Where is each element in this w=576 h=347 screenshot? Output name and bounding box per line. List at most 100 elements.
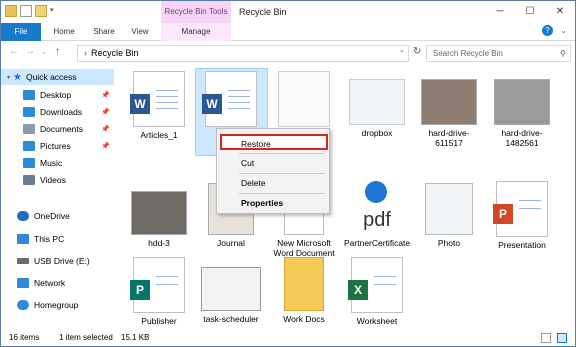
back-icon[interactable]: ←: [9, 46, 19, 57]
documents-icon: [23, 124, 35, 134]
sidebar-item-label: Documents: [40, 124, 83, 134]
search-input[interactable]: Search Recycle Bin ⚲: [426, 45, 571, 62]
sidebar-item-network[interactable]: Network: [1, 275, 114, 291]
navigation-pane: ▾ ★ Quick access Desktop 📌 Downloads 📌 D…: [1, 65, 114, 330]
network-icon: [17, 278, 29, 288]
image-thumbnail: [201, 267, 261, 311]
pin-icon: 📌: [101, 126, 110, 133]
selection-count: 1 item selected: [59, 333, 113, 342]
status-bar: 16 items 1 item selected 15.1 KB: [1, 330, 575, 346]
image-thumbnail: [421, 79, 477, 125]
file-item[interactable]: X Worksheet: [344, 257, 410, 326]
sidebar-item-label: Videos: [40, 175, 66, 185]
sidebar-item-label: Desktop: [40, 90, 72, 100]
chevron-right-icon: ›: [84, 48, 87, 58]
properties-icon[interactable]: [20, 5, 32, 17]
recent-locations-icon[interactable]: ⌄: [41, 48, 47, 56]
sidebar-item-videos[interactable]: Videos: [1, 172, 114, 188]
file-name: New Microsoft Word Document: [273, 238, 335, 258]
sidebar-item-homegroup[interactable]: Homegroup: [1, 297, 114, 313]
selection-size: 15.1 KB: [121, 333, 150, 342]
file-name: Publisher: [141, 316, 177, 326]
file-name: task-scheduler: [203, 314, 259, 324]
file-item[interactable]: pdf PartnerCertificate: [344, 181, 410, 248]
word-document-icon: W: [202, 71, 257, 127]
sidebar-item-usb-drive[interactable]: USB Drive (E:): [1, 253, 114, 269]
excel-icon: X: [348, 257, 403, 313]
file-item[interactable]: Work Docs: [271, 257, 337, 324]
qat-dropdown-icon[interactable]: ▾: [50, 5, 58, 17]
word-document-icon: W: [130, 71, 185, 127]
address-dropdown-icon[interactable]: ⌄: [399, 46, 405, 54]
file-item[interactable]: task-scheduler: [198, 257, 264, 324]
breadcrumb[interactable]: Recycle Bin: [91, 48, 139, 58]
tab-file[interactable]: File: [1, 23, 41, 41]
sidebar-item-label: Downloads: [40, 107, 83, 117]
file-item[interactable]: dropbox: [344, 71, 410, 138]
help-icon[interactable]: ?: [542, 25, 553, 36]
menu-separator: [239, 173, 325, 174]
file-item[interactable]: hard-drive-611517: [416, 71, 482, 148]
file-item[interactable]: W Articles_1: [126, 71, 192, 140]
image-thumbnail: [131, 191, 187, 235]
chevron-down-icon[interactable]: ⌄: [560, 26, 567, 35]
chevron-down-icon[interactable]: ▾: [7, 74, 10, 81]
sidebar-item-label: Network: [34, 278, 66, 288]
file-name: Journal: [217, 238, 245, 248]
folder-icon[interactable]: [5, 5, 17, 17]
file-list: W Articles_1 W dropbox hard-drive-611517…: [116, 65, 575, 330]
file-name: hdd-3: [148, 238, 170, 248]
pin-icon: 📌: [101, 143, 110, 150]
search-placeholder: Search Recycle Bin: [433, 49, 503, 58]
tab-view[interactable]: View: [125, 23, 155, 41]
sidebar-item-quick-access[interactable]: ▾ ★ Quick access: [1, 69, 114, 85]
tab-manage[interactable]: Manage: [161, 23, 231, 41]
cut-menu-item[interactable]: Cut: [217, 155, 329, 171]
maximize-button[interactable]: ☐: [515, 1, 545, 23]
file-item[interactable]: Photo: [416, 181, 482, 248]
context-menu: Restore Cut Delete Properties: [216, 128, 330, 214]
delete-menu-item[interactable]: Delete: [217, 175, 329, 191]
forward-icon[interactable]: →: [25, 46, 35, 57]
sidebar-item-pictures[interactable]: Pictures 📌: [1, 138, 114, 154]
image-thumbnail: [349, 79, 405, 125]
sidebar-item-music[interactable]: Music: [1, 155, 114, 171]
sidebar-item-this-pc[interactable]: This PC: [1, 231, 114, 247]
properties-menu-item[interactable]: Properties: [217, 195, 329, 211]
cloud-icon: [17, 211, 29, 221]
large-icons-view-icon[interactable]: [557, 333, 567, 343]
star-icon: ★: [13, 71, 22, 83]
sidebar-item-onedrive[interactable]: OneDrive: [1, 208, 114, 224]
file-item-selected[interactable]: W: [198, 71, 264, 127]
file-name: Articles_1: [140, 130, 178, 140]
sidebar-item-downloads[interactable]: Downloads 📌: [1, 104, 114, 120]
videos-icon: [23, 175, 35, 185]
file-item[interactable]: P Presentation: [489, 181, 555, 250]
restore-menu-item[interactable]: Restore: [220, 134, 328, 150]
up-icon[interactable]: ↑: [55, 46, 60, 57]
details-view-icon[interactable]: [541, 333, 551, 343]
sidebar-item-desktop[interactable]: Desktop 📌: [1, 87, 114, 103]
file-item[interactable]: hard-drive-1482561: [489, 71, 555, 148]
search-icon: ⚲: [560, 49, 566, 58]
close-button[interactable]: ✕: [545, 1, 575, 23]
tab-home[interactable]: Home: [47, 23, 81, 41]
tab-share[interactable]: Share: [87, 23, 121, 41]
new-folder-icon[interactable]: [35, 5, 47, 17]
contextual-tab-group: Recycle Bin Tools: [161, 1, 231, 23]
address-bar[interactable]: › Recycle Bin: [77, 45, 409, 62]
music-icon: [23, 158, 35, 168]
sidebar-item-label: Pictures: [40, 141, 71, 151]
refresh-icon[interactable]: ↻: [413, 46, 421, 57]
minimize-button[interactable]: ─: [485, 1, 515, 23]
file-item[interactable]: P Publisher: [126, 257, 192, 326]
download-icon: [23, 107, 35, 117]
explorer-window: ▾ Recycle Bin Tools Recycle Bin ─ ☐ ✕ Fi…: [0, 0, 576, 347]
publisher-icon: P: [130, 257, 185, 313]
sidebar-item-label: Quick access: [25, 72, 77, 82]
pictures-icon: [23, 141, 35, 151]
file-name: PartnerCertificate: [344, 238, 411, 248]
file-item[interactable]: [271, 71, 337, 127]
sidebar-item-documents[interactable]: Documents 📌: [1, 121, 114, 137]
file-item[interactable]: hdd-3: [126, 181, 192, 248]
